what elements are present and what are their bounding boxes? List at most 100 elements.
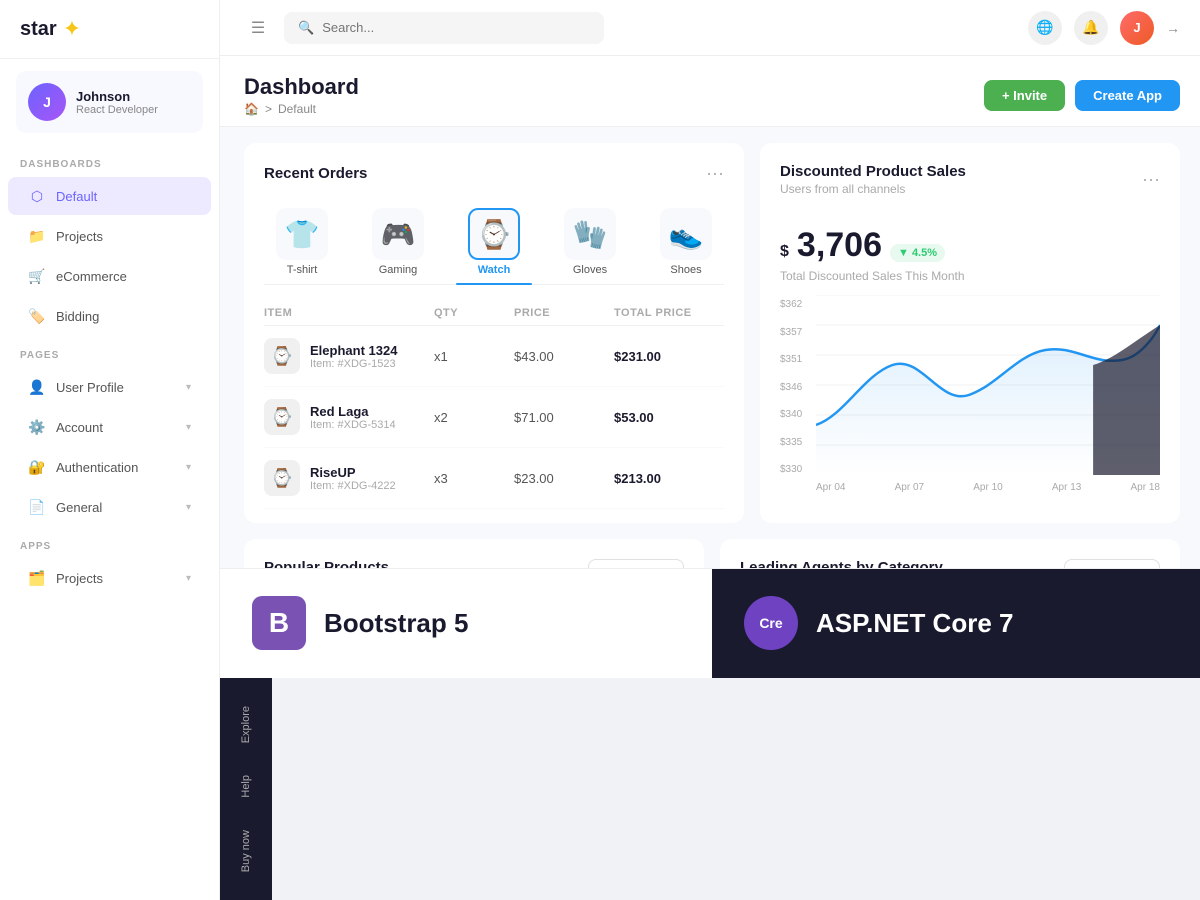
add-product-button[interactable]: Add Product <box>588 559 684 568</box>
product-tabs: 👕 T-shirt 🎮 Gaming ⌚ Watch <box>264 200 724 285</box>
col-price: PRICE <box>514 307 614 319</box>
home-icon: 🏠 <box>244 102 259 116</box>
section-pages: PAGES <box>0 336 219 367</box>
item-name: RiseUP <box>310 465 396 480</box>
chart-svg <box>816 295 1160 475</box>
doc-icon: 📄 <box>28 498 46 516</box>
settings-icon: ⚙️ <box>28 418 46 436</box>
sidebar-item-projects-app[interactable]: 🗂️ Projects ▾ <box>8 559 211 597</box>
grid-icon: ⬡ <box>28 187 46 205</box>
sidebar-item-label: General <box>56 500 102 515</box>
lock-icon: 🔐 <box>28 458 46 476</box>
help-button[interactable]: Help <box>232 763 260 810</box>
main-content: ☰ 🔍 🌐 🔔 J → Dashboard 🏠 <box>220 0 1200 678</box>
gaming-icon: 🎮 <box>372 208 424 260</box>
avatar: J <box>28 83 66 121</box>
item-thumbnail: ⌚ <box>264 338 300 374</box>
sales-subtitle: Users from all channels <box>780 182 966 196</box>
bootstrap-title: Bootstrap 5 <box>324 608 468 639</box>
content-area: Recent Orders ··· 👕 T-shirt 🎮 Gaming <box>220 127 1200 568</box>
leading-agents-header: Leading Agents by Category Total 424,567… <box>740 559 1160 568</box>
bell-icon[interactable]: 🔔 <box>1074 11 1108 45</box>
page-header: Dashboard 🏠 > Default + Invite Create Ap… <box>220 56 1200 127</box>
recent-orders-card: Recent Orders ··· 👕 T-shirt 🎮 Gaming <box>244 143 744 523</box>
cart-icon: 🛒 <box>28 267 46 285</box>
item-qty: x3 <box>434 471 514 486</box>
top-row: Recent Orders ··· 👕 T-shirt 🎮 Gaming <box>244 143 1180 523</box>
item-total: $231.00 <box>614 349 724 364</box>
watch-icon: ⌚ <box>468 208 520 260</box>
chevron-down-icon: ▾ <box>186 422 191 433</box>
item-price: $23.00 <box>514 471 614 486</box>
topbar-avatar[interactable]: J <box>1120 11 1154 45</box>
sidebar-item-ecommerce[interactable]: 🛒 eCommerce <box>8 257 211 295</box>
item-price: $71.00 <box>514 410 614 425</box>
sidebar-item-user-profile[interactable]: 👤 User Profile ▾ <box>8 368 211 406</box>
promo-left: B Bootstrap 5 <box>220 569 712 678</box>
topbar: ☰ 🔍 🌐 🔔 J → <box>220 0 1200 56</box>
chevron-down-icon: ▾ <box>186 382 191 393</box>
popular-products-header: Popular Products 8k social visitors Add … <box>264 559 684 568</box>
x-axis: Apr 04 Apr 07 Apr 10 Apr 13 Apr 18 <box>816 480 1160 495</box>
item-name: Red Laga <box>310 404 396 419</box>
recent-orders-header: Recent Orders ··· <box>264 163 724 184</box>
add-product-button-agents[interactable]: Add Product <box>1064 559 1160 568</box>
x-label: Apr 18 <box>1131 482 1160 493</box>
topbar-arrow-icon[interactable]: → <box>1166 20 1180 36</box>
user-icon: 👤 <box>28 378 46 396</box>
sidebar-item-label: Bidding <box>56 309 99 324</box>
table-row: ⌚ Red Laga Item: #XDG-5314 x2 $71.00 $53… <box>264 387 724 448</box>
more-options-button[interactable]: ··· <box>1142 169 1160 190</box>
tab-gloves[interactable]: 🧤 Gloves <box>552 200 628 284</box>
chart-container: $362 $357 $351 $346 $340 $335 $330 <box>780 295 1160 495</box>
user-card[interactable]: J Johnson React Developer <box>16 71 203 133</box>
sidebar-item-default[interactable]: ⬡ Default <box>8 177 211 215</box>
item-name: Elephant 1324 <box>310 343 397 358</box>
user-name: Johnson <box>76 89 158 104</box>
folder-icon: 📁 <box>28 227 46 245</box>
user-role: React Developer <box>76 104 158 116</box>
x-label: Apr 13 <box>1052 482 1081 493</box>
tab-tshirt[interactable]: 👕 T-shirt <box>264 200 340 284</box>
sidebar-item-label: Authentication <box>56 460 138 475</box>
topbar-right: 🌐 🔔 J → <box>1028 11 1180 45</box>
create-app-button[interactable]: Create App <box>1075 80 1180 111</box>
promo-right: Cre ASP.NET Core 7 <box>712 569 1200 678</box>
breadcrumb-sep: > <box>265 102 272 116</box>
promo-bar: B Bootstrap 5 Cre ASP.NET Core 7 <box>220 568 1200 678</box>
item-info: ⌚ Elephant 1324 Item: #XDG-1523 <box>264 338 434 374</box>
invite-button[interactable]: + Invite <box>984 80 1065 111</box>
sidebar-item-bidding[interactable]: 🏷️ Bidding <box>8 297 211 335</box>
col-total: TOTAL PRICE <box>614 307 724 319</box>
gloves-icon: 🧤 <box>564 208 616 260</box>
tshirt-icon: 👕 <box>276 208 328 260</box>
y-label: $335 <box>780 437 810 448</box>
table-row: ⌚ RiseUP Item: #XDG-4222 x3 $23.00 $213.… <box>264 448 724 509</box>
breadcrumb: 🏠 > Default <box>244 102 359 116</box>
section-dashboards: DASHBOARDS <box>0 145 219 176</box>
recent-orders-title: Recent Orders <box>264 165 367 182</box>
tab-shoes[interactable]: 👟 Shoes <box>648 200 724 284</box>
tab-watch[interactable]: ⌚ Watch <box>456 200 532 284</box>
currency-symbol: $ <box>780 243 789 261</box>
sidebar-item-authentication[interactable]: 🔐 Authentication ▾ <box>8 448 211 486</box>
buy-now-button[interactable]: Buy now <box>232 818 260 884</box>
notifications-icon[interactable]: 🌐 <box>1028 11 1062 45</box>
tab-label: Gloves <box>573 264 607 276</box>
sidebar-item-account[interactable]: ⚙️ Account ▾ <box>8 408 211 446</box>
y-label: $346 <box>780 382 810 393</box>
chevron-down-icon: ▾ <box>186 502 191 513</box>
collapse-sidebar-button[interactable]: ☰ <box>244 14 272 42</box>
sidebar-item-general[interactable]: 📄 General ▾ <box>8 488 211 526</box>
explore-button[interactable]: Explore <box>232 694 260 755</box>
sales-desc: Total Discounted Sales This Month <box>780 269 1160 283</box>
logo: star ✦ <box>0 0 219 59</box>
search-input[interactable] <box>322 20 590 35</box>
more-options-button[interactable]: ··· <box>706 163 724 184</box>
col-qty: QTY <box>434 307 514 319</box>
tab-label: Watch <box>478 264 511 276</box>
table-row: ⌚ Elephant 1324 Item: #XDG-1523 x1 $43.0… <box>264 326 724 387</box>
tab-gaming[interactable]: 🎮 Gaming <box>360 200 436 284</box>
sidebar-item-projects[interactable]: 📁 Projects <box>8 217 211 255</box>
chevron-down-icon: ▾ <box>186 462 191 473</box>
